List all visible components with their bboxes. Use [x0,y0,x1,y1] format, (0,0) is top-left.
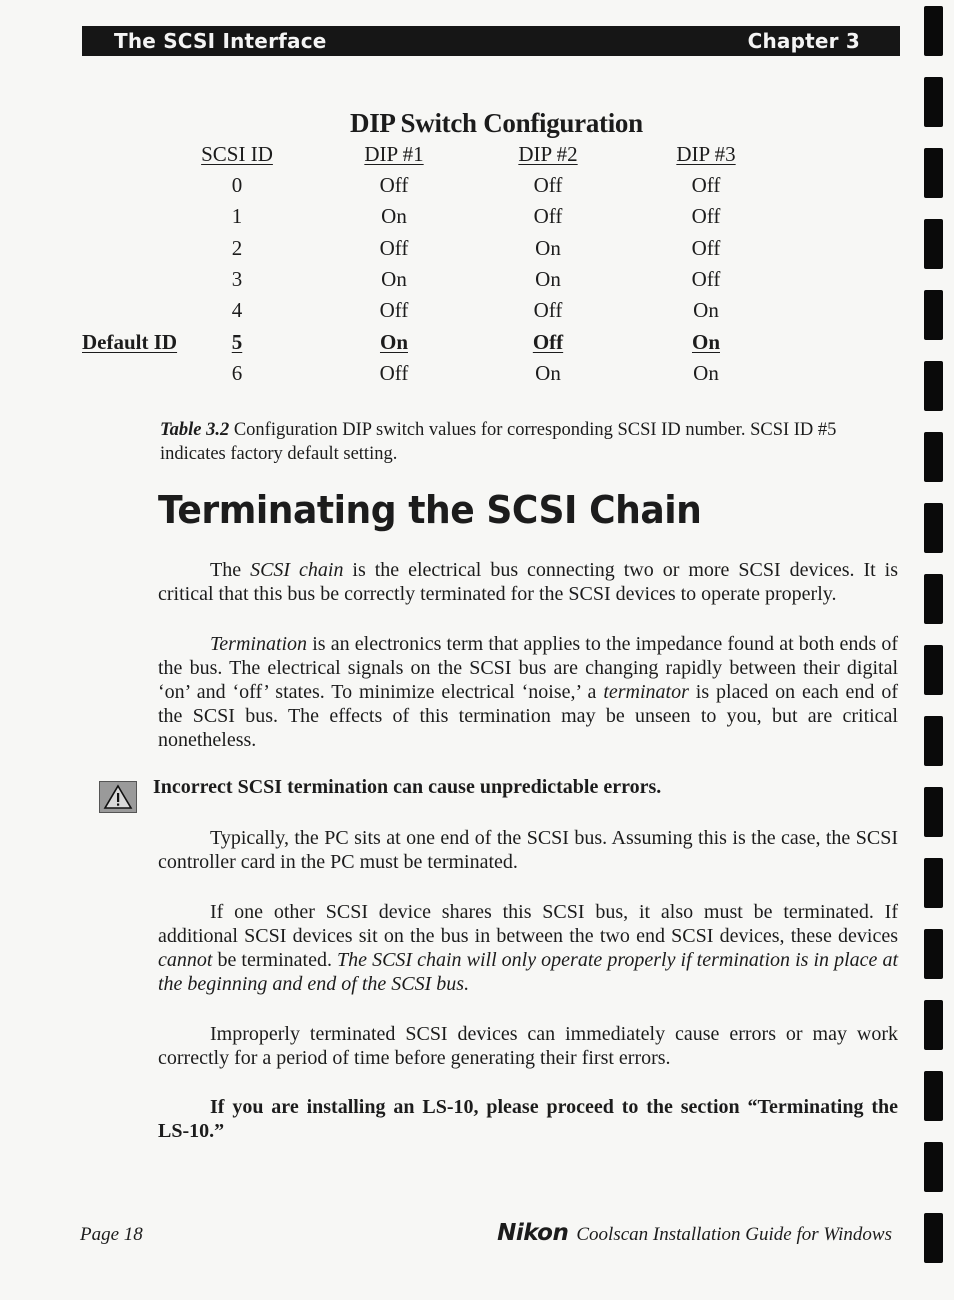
binding-hole [924,574,943,624]
paragraph-termination: Termination is an electronics term that … [158,632,898,752]
cell-dip3: On [691,329,720,354]
guide-title: Coolscan Installation Guide for Windows [576,1224,892,1245]
binding-hole [924,6,943,56]
cell-scsi-id: 5 [231,329,243,354]
warning-triangle-icon [99,781,137,813]
binding-hole [924,929,943,979]
column-header-scsi-id: SCSI ID [201,142,273,166]
cell-scsi-id: 4 [231,298,243,323]
cell-scsi-id: 2 [231,235,243,260]
term-termination: Termination [210,633,308,655]
binding-hole [924,148,943,198]
caption-label: Table 3.2 [160,420,230,440]
term-terminator: terminator [603,681,689,703]
page-number: Page 18 [80,1224,143,1245]
binding-hole [924,1213,943,1263]
cell-dip1: On [379,329,408,354]
cell-dip3: Off [691,204,721,229]
cell-dip2: Off [533,173,563,197]
cell-dip3: On [693,298,719,323]
cell-dip2: On [535,360,561,385]
binding-hole [924,1142,943,1192]
warning-text: Incorrect SCSI termination can cause unp… [153,776,662,798]
cell-dip3: On [693,360,719,385]
header-chapter: Chapter 3 [747,29,860,53]
column-header-dip2: DIP #2 [518,142,578,166]
running-header: The SCSI Interface Chapter 3 [82,26,900,56]
binding-hole [924,503,943,553]
table-title: DIP Switch Configuration [350,108,643,138]
column-header-dip1: DIP #1 [364,142,424,166]
binding-hole [924,77,943,127]
cell-dip1: On [381,266,407,291]
cell-dip3: Off [691,235,721,260]
cell-scsi-id: 3 [231,266,243,291]
binding-hole [924,716,943,766]
cell-dip1: Off [379,235,409,260]
column-header-dip3: DIP #3 [676,142,736,166]
binding-hole [924,219,943,269]
cell-dip2: On [535,235,561,260]
row-label: Default ID [82,329,178,354]
paragraph-scsi-chain: The SCSI chain is the electrical bus con… [158,558,898,606]
cell-dip1: Off [379,173,409,197]
term-cannot: cannot [158,949,213,971]
cell-dip1: Off [379,360,409,385]
text: Typically, the PC sits at one end of the… [158,827,898,873]
cell-scsi-id: 1 [231,204,243,229]
section-title: Terminating the SCSI Chain [158,488,702,532]
cell-dip2: On [535,266,561,291]
cell-dip2: Off [533,298,563,323]
cell-dip1: Off [379,298,409,323]
binding-hole [924,1000,943,1050]
table-caption: Table 3.2 Configuration DIP switch value… [160,418,890,466]
cell-dip2: Off [532,329,564,354]
paragraph-improper-termination: Improperly terminated SCSI devices can i… [158,1022,898,1070]
cell-scsi-id: 0 [231,173,243,197]
caption-text: Configuration DIP switch values for corr… [160,420,837,464]
binding-hole [924,361,943,411]
binding-hole [924,1071,943,1121]
text: Improperly terminated SCSI devices can i… [158,1023,898,1069]
header-section-title: The SCSI Interface [114,29,327,53]
paragraph-other-devices: If one other SCSI device shares this SCS… [158,900,898,996]
cell-dip2: Off [533,204,563,229]
text: If one other SCSI device shares this SCS… [158,901,898,947]
cell-dip3: Off [691,266,721,291]
binding-holes [924,0,944,1300]
term-scsi-chain: SCSI chain [250,559,344,581]
text: The [210,559,251,581]
binding-hole [924,432,943,482]
cell-scsi-id: 6 [231,360,243,385]
binding-hole [924,645,943,695]
footer-brand: Nikon Coolscan Installation Guide for Wi… [497,1220,892,1246]
binding-hole [924,858,943,908]
cell-dip1: On [381,204,407,229]
text: If you are installing an LS-10, please p… [158,1096,898,1142]
nikon-logo: Nikon [497,1220,569,1246]
paragraph-ls10-note: If you are installing an LS-10, please p… [158,1095,898,1143]
binding-hole [924,290,943,340]
binding-hole [924,787,943,837]
paragraph-pc-termination: Typically, the PC sits at one end of the… [158,826,898,874]
cell-dip3: Off [691,173,721,197]
text: be terminated. [212,949,338,971]
